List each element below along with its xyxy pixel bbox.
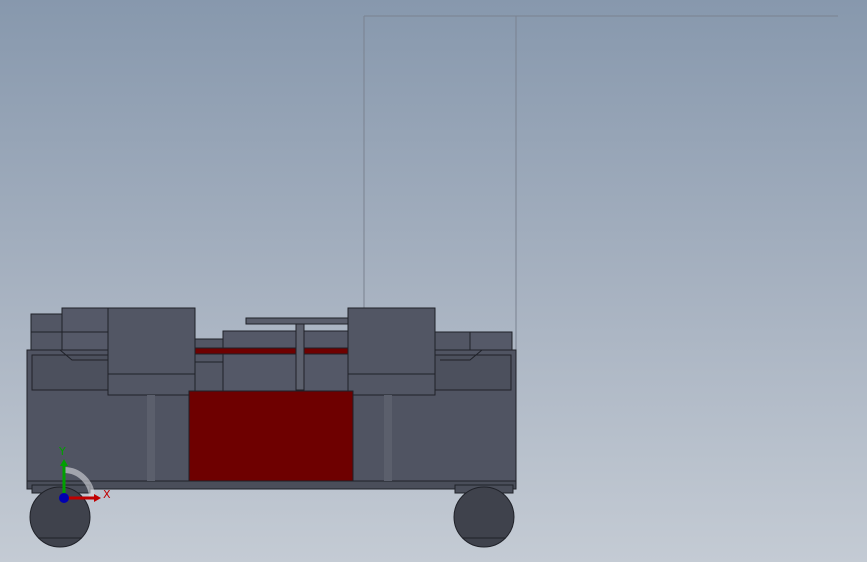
left-jaw-block [107,307,196,396]
middle-carriage [222,330,349,392]
x-axis-arrowhead [94,494,101,502]
right-guide-post [384,395,392,481]
cad-viewport[interactable]: X Y [0,0,867,562]
right-jaw-block [347,307,436,396]
x-axis-label: X [103,488,111,501]
red-workpiece [188,390,354,482]
base-plate [26,480,517,490]
red-guide-rail [194,347,349,355]
right-clamp-upper [469,331,513,351]
left-guide-post [147,395,155,481]
middle-left-filler [194,338,224,392]
y-axis-label: Y [58,445,66,458]
handle-bar[interactable] [245,317,349,325]
machine-model[interactable] [26,307,517,548]
model-canvas: X Y [26,15,838,548]
sketch-lines [363,15,838,350]
left-clamp-upper [61,307,110,351]
spindle-shaft [295,323,305,391]
z-axis-dot [59,493,69,503]
